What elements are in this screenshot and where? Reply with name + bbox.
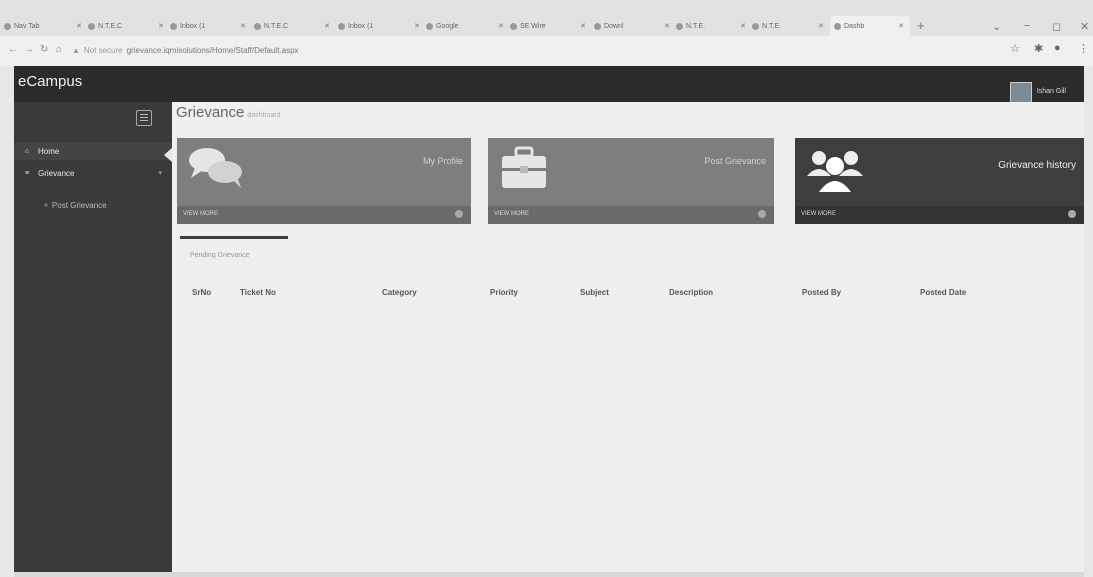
card-footer[interactable]: VIEW MORE [488,206,774,224]
url-text: grievance.iqmisolutions/Home/Staff/Defau… [126,45,299,55]
forward-icon[interactable]: → [24,44,34,55]
column-header: Subject [580,288,609,297]
column-header: Category [382,288,417,297]
new-tab-icon[interactable]: + [917,18,925,33]
close-icon[interactable]: ✕ [158,22,166,30]
browser-tab[interactable]: Inbox (1 ✕ [170,16,248,36]
close-icon[interactable]: ✕ [580,22,588,30]
browser-tab[interactable]: Downl ✕ [594,16,672,36]
gmail-icon [426,22,433,30]
sidebar-toggle-icon[interactable] [136,110,152,126]
close-icon[interactable]: ✕ [740,22,748,30]
arrow-circle-icon [758,210,766,218]
close-icon[interactable]: ✕ [76,22,84,30]
warning-icon: ▲ [72,45,80,55]
column-header: Posted By [802,288,842,297]
favicon-icon [594,22,601,30]
browser-tab[interactable]: Inbox (1 ✕ [338,16,422,36]
star-icon[interactable]: ☆ [1010,42,1020,55]
arrow-circle-icon [455,210,463,218]
user-name[interactable]: Ishan Gill [1037,88,1066,95]
menu-icon[interactable]: ⋮ [1078,42,1089,55]
close-icon[interactable]: ✕ [664,22,672,30]
card-my-profile[interactable]: My Profile VIEW MORE [177,138,471,224]
extension-icon[interactable]: ✱ [1034,42,1043,55]
browser-tab[interactable]: N.T.E. ✕ [676,16,748,36]
arrow-circle-icon [1068,210,1076,218]
restore-icon[interactable]: ◻ [1052,20,1061,33]
card-post-grievance[interactable]: Post Grievance VIEW MORE [488,138,774,224]
browser-tab[interactable]: Nav Tab ✕ [4,16,84,36]
card-grievance-history[interactable]: Grievance history VIEW MORE [795,138,1084,224]
arrow-icon: » [44,201,48,209]
comments-icon [189,148,242,188]
close-icon[interactable]: ✕ [240,22,248,30]
close-icon[interactable]: ✕ [898,22,906,30]
users-icon [807,151,863,192]
avatar[interactable] [1010,82,1032,104]
favicon-icon [4,22,11,30]
close-window-icon[interactable]: ✕ [1080,20,1089,33]
column-header: Ticket No [240,288,276,297]
app-header: eCampus Ishan Gill [14,66,1084,104]
favicon-icon [676,22,683,30]
briefcase-icon [502,146,546,188]
tab-pending-grievance[interactable]: Pending Grievance [190,252,250,259]
tab-underline [180,236,288,239]
sidebar: ⌂ Home ≡ Grievance ▾ » Post Grievance [14,102,172,572]
not-secure-label: Not secure [83,45,123,55]
browser-tab[interactable]: N.T.E.C ✕ [88,16,166,36]
close-icon[interactable]: ✕ [498,22,506,30]
home-icon: ⌂ [24,147,30,155]
main-content: Grievance dashboard My Profile VIEW MORE … [172,102,1084,572]
sidebar-item-post-grievance[interactable]: » Post Grievance [14,196,172,214]
card-footer[interactable]: VIEW MORE [795,206,1084,224]
gmail-icon [338,22,345,30]
column-header: SrNo [192,288,212,297]
card-title: Post Grievance [704,156,766,166]
favicon-icon [88,22,95,30]
back-icon[interactable]: ← [8,44,18,55]
favicon-icon [752,22,759,30]
view-more-link[interactable]: VIEW MORE [183,211,218,217]
browser-tab[interactable]: Google ✕ [426,16,506,36]
brand-logo[interactable]: eCampus [18,73,82,90]
profile-icon[interactable]: ● [1054,42,1061,54]
favicon-icon [834,22,841,30]
sidebar-item-home[interactable]: ⌂ Home [14,142,172,160]
favicon-icon [510,22,517,30]
browser-tab[interactable]: N.T.E. ✕ [752,16,826,36]
gmail-icon [170,22,177,30]
column-header: Priority [490,288,519,297]
list-icon: ≡ [24,169,30,177]
card-footer[interactable]: VIEW MORE [177,206,471,224]
view-more-link[interactable]: VIEW MORE [801,211,836,217]
view-more-link[interactable]: VIEW MORE [494,211,529,217]
column-header: Posted Date [920,288,967,297]
column-header: Description [669,288,714,297]
browser-tab-strip: Nav Tab ✕ N.T.E.C ✕ Inbox (1 ✕ N.T.E.C ✕ Inb… [0,0,1093,36]
page-title: Grievance dashboard [176,104,281,121]
minimize-icon[interactable]: − [1024,20,1030,32]
horizontal-scrollbar[interactable] [14,572,1084,577]
sidebar-item-grievance[interactable]: ≡ Grievance ▾ [14,164,172,182]
active-indicator [164,148,172,162]
browser-tab-active[interactable]: Dashb ✕ [830,16,910,36]
chevron-down-icon[interactable]: ⌄ [992,20,1001,33]
url-field[interactable]: ▲ Not secure grievance.iqmisolutions/Hom… [72,40,942,60]
browser-tab[interactable]: SE Wire ✕ [510,16,588,36]
close-icon[interactable]: ✕ [324,22,332,30]
chevron-down-icon: ▾ [158,170,162,177]
page-subtitle: dashboard [247,112,281,119]
close-icon[interactable]: ✕ [414,22,422,30]
close-icon[interactable]: ✕ [818,22,826,30]
card-title: My Profile [422,156,463,166]
home-icon[interactable]: ⌂ [56,44,62,55]
browser-tab[interactable]: N.T.E.C ✕ [254,16,332,36]
reload-icon[interactable]: ↻ [40,44,48,55]
favicon-icon [254,22,261,30]
card-title: Grievance history [998,160,1076,171]
